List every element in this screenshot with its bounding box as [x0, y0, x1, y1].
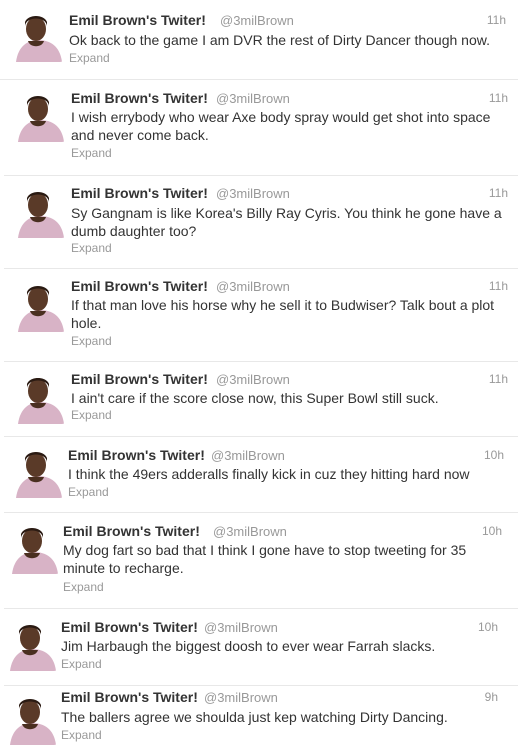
avatar-image [6, 619, 58, 671]
timestamp[interactable]: 11h [489, 185, 508, 202]
tweet-text: I think the 49ers adderalls finally kick… [68, 466, 470, 482]
tweet[interactable]: Emil Brown's Twiter! @3milBrown 11h Ok b… [0, 0, 518, 80]
tweet-text: If that man love his horse why he sell i… [71, 297, 495, 331]
expand-link[interactable]: Expand [71, 146, 112, 161]
tweet-text: My dog fart so bad that I think I gone h… [63, 542, 467, 576]
tweet-text: I ain't care if the score close now, thi… [71, 390, 439, 406]
avatar-image [6, 693, 58, 745]
display-name[interactable]: Emil Brown's Twiter! [69, 12, 206, 29]
timestamp[interactable]: 10h [478, 619, 498, 636]
expand-link[interactable]: Expand [69, 51, 110, 66]
display-name[interactable]: Emil Brown's Twiter! [71, 90, 208, 107]
display-name[interactable]: Emil Brown's Twiter! [71, 278, 208, 295]
avatar-image [14, 186, 66, 238]
avatar-image [14, 280, 66, 332]
tweet[interactable]: Emil Brown's Twiter! @3milBrown 10h I th… [4, 437, 518, 513]
expand-link[interactable]: Expand [61, 728, 102, 743]
username-handle[interactable]: @3milBrown [216, 278, 290, 295]
expand-link[interactable]: Expand [71, 334, 112, 349]
timestamp[interactable]: 10h [484, 447, 504, 464]
avatar[interactable] [12, 10, 64, 62]
tweet[interactable]: Emil Brown's Twiter! @3milBrown 11h If t… [4, 269, 518, 362]
username-handle[interactable]: @3milBrown [204, 689, 278, 706]
display-name[interactable]: Emil Brown's Twiter! [61, 689, 198, 706]
display-name[interactable]: Emil Brown's Twiter! [63, 523, 200, 540]
tweet[interactable]: Emil Brown's Twiter! @3milBrown 10h My d… [4, 513, 518, 609]
username-handle[interactable]: @3milBrown [216, 185, 290, 202]
tweet[interactable]: Emil Brown's Twiter! @3milBrown 11h Sy G… [4, 176, 518, 269]
avatar[interactable] [8, 522, 60, 574]
tweet-text: Sy Gangnam is like Korea's Billy Ray Cyr… [71, 205, 502, 239]
timestamp[interactable]: 11h [489, 371, 508, 388]
tweet-text: Ok back to the game I am DVR the rest of… [69, 32, 490, 48]
username-handle[interactable]: @3milBrown [216, 371, 290, 388]
tweet[interactable]: Emil Brown's Twiter! @3milBrown 11h I wi… [4, 80, 518, 176]
expand-link[interactable]: Expand [68, 485, 109, 500]
timestamp[interactable]: 11h [489, 90, 508, 107]
display-name[interactable]: Emil Brown's Twiter! [61, 619, 198, 636]
username-handle[interactable]: @3milBrown [213, 523, 287, 540]
tweet-text: The ballers agree we shoulda just kep wa… [61, 709, 448, 725]
expand-link[interactable]: Expand [63, 580, 104, 595]
avatar[interactable] [14, 280, 66, 332]
avatar[interactable] [12, 446, 64, 498]
username-handle[interactable]: @3milBrown [220, 12, 294, 29]
display-name[interactable]: Emil Brown's Twiter! [71, 371, 208, 388]
timestamp[interactable]: 9h [485, 689, 498, 706]
tweet[interactable]: Emil Brown's Twiter! @3milBrown 10h Jim … [4, 609, 518, 686]
expand-link[interactable]: Expand [71, 408, 112, 423]
tweet-text: Jim Harbaugh the biggest doosh to ever w… [61, 638, 436, 654]
timestamp[interactable]: 11h [489, 278, 508, 295]
tweet[interactable]: Emil Brown's Twiter! @3milBrown 9h The b… [4, 686, 518, 752]
timestamp[interactable]: 10h [482, 523, 502, 540]
avatar[interactable] [14, 372, 66, 424]
avatar-image [14, 372, 66, 424]
display-name[interactable]: Emil Brown's Twiter! [68, 447, 205, 464]
avatar-image [12, 446, 64, 498]
avatar-image [8, 522, 60, 574]
username-handle[interactable]: @3milBrown [211, 447, 285, 464]
username-handle[interactable]: @3milBrown [216, 90, 290, 107]
expand-link[interactable]: Expand [71, 241, 112, 256]
expand-link[interactable]: Expand [61, 657, 102, 672]
username-handle[interactable]: @3milBrown [204, 619, 278, 636]
tweet[interactable]: Emil Brown's Twiter! @3milBrown 11h I ai… [4, 362, 518, 437]
avatar-image [14, 90, 66, 142]
avatar[interactable] [6, 619, 58, 671]
avatar[interactable] [14, 90, 66, 142]
timestamp[interactable]: 11h [487, 12, 506, 29]
avatar[interactable] [6, 693, 58, 745]
avatar[interactable] [14, 186, 66, 238]
tweet-text: I wish errybody who wear Axe body spray … [71, 109, 491, 143]
avatar-image [12, 10, 64, 62]
tweet-feed: Emil Brown's Twiter! @3milBrown 11h Ok b… [0, 0, 528, 752]
display-name[interactable]: Emil Brown's Twiter! [71, 185, 208, 202]
